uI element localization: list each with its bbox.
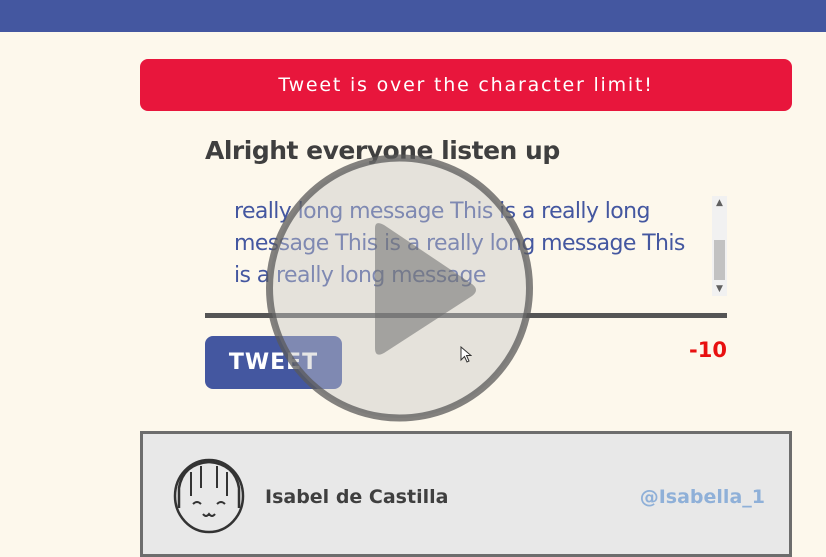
- avatar-icon: [173, 458, 245, 534]
- textarea-underline: [205, 313, 727, 318]
- author-handle[interactable]: @Isabella_1: [640, 486, 765, 508]
- cursor-icon: [460, 346, 472, 363]
- compose-title: Alright everyone listen up: [205, 136, 560, 165]
- scroll-thumb[interactable]: [714, 240, 725, 280]
- top-nav-bar: [0, 0, 826, 32]
- scroll-down-arrow-icon[interactable]: ▼: [712, 282, 727, 296]
- character-count: -10: [689, 338, 727, 362]
- tweet-textarea-value[interactable]: really long message This is a really lon…: [234, 196, 704, 292]
- error-alert-message: Tweet is over the character limit!: [278, 74, 654, 96]
- tweet-button-label: TWEET: [228, 350, 319, 375]
- tweet-button[interactable]: TWEET: [205, 336, 342, 389]
- author-name: Isabel de Castilla: [265, 486, 449, 508]
- tweet-card: Isabel de Castilla @Isabella_1: [140, 431, 792, 557]
- scroll-up-arrow-icon[interactable]: ▲: [712, 196, 727, 210]
- error-alert: Tweet is over the character limit!: [140, 59, 792, 111]
- textarea-scrollbar[interactable]: ▲ ▼: [712, 196, 727, 296]
- tweet-textarea[interactable]: really long message This is a really lon…: [205, 196, 727, 296]
